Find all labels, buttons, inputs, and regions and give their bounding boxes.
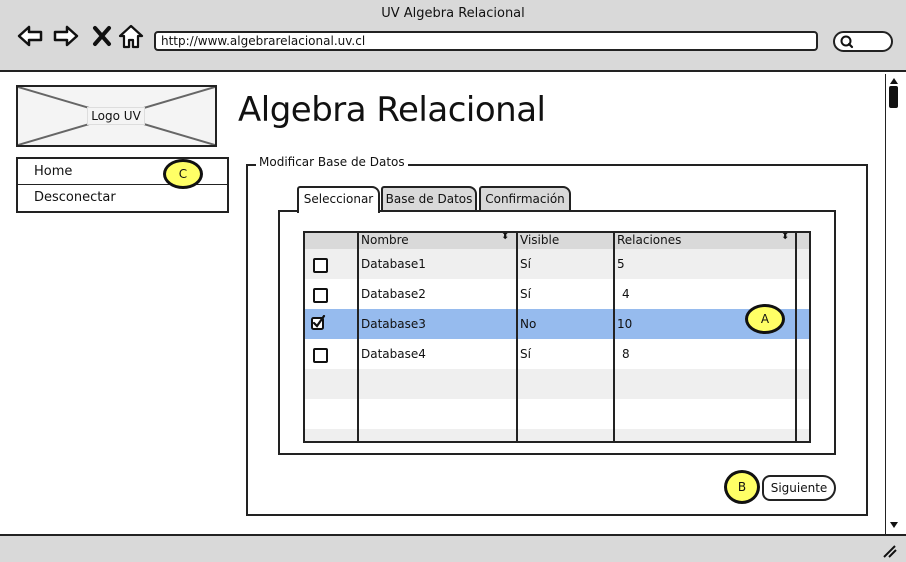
cell-visible: Sí: [520, 347, 531, 361]
marker-b: B: [724, 470, 760, 504]
resize-grip-icon[interactable]: [880, 542, 900, 560]
table-row[interactable]: Database4 Sí 8: [305, 339, 809, 369]
cell-relations: 5: [617, 257, 625, 271]
table-row-empty: [305, 399, 809, 429]
cell-relations: 4: [622, 287, 630, 301]
row-checkbox[interactable]: [313, 288, 328, 303]
close-x-icon[interactable]: [89, 22, 117, 50]
cell-relations: 10: [617, 317, 633, 331]
row-checkbox-checked[interactable]: [311, 315, 326, 330]
cell-name: Database2: [361, 287, 426, 301]
table-row-selected[interactable]: Database3 No 10: [305, 309, 809, 339]
table-header: Nombre ⬍ Visible Relaciones ⬍: [305, 233, 809, 250]
address-bar[interactable]: http://www.algebrarelacional.uv.cl: [154, 31, 818, 51]
table-row[interactable]: Database1 Sí 5: [305, 249, 809, 279]
tab-base-de-datos[interactable]: Base de Datos: [381, 186, 477, 211]
sort-icon[interactable]: ⬍: [501, 233, 509, 242]
column-divider: [357, 233, 359, 441]
browser-search-field[interactable]: [833, 31, 893, 52]
forward-arrow-icon[interactable]: [52, 22, 80, 50]
column-header-nombre[interactable]: Nombre: [361, 233, 409, 247]
tab-seleccionar[interactable]: Seleccionar: [297, 186, 380, 213]
cell-relations: 8: [622, 347, 630, 361]
scrollbar-thumb[interactable]: [889, 86, 898, 108]
logo-label: Logo UV: [87, 107, 145, 125]
next-button[interactable]: Siguiente: [762, 475, 836, 501]
cell-name: Database1: [361, 257, 426, 271]
window-title: UV Algebra Relacional: [381, 6, 525, 21]
page-title: Algebra Relacional: [238, 90, 546, 130]
column-divider: [516, 233, 518, 441]
cell-name: Database4: [361, 347, 426, 361]
fieldset-legend: Modificar Base de Datos: [256, 155, 408, 169]
menu-item-home[interactable]: Home: [34, 164, 72, 179]
menu-item-desconectar[interactable]: Desconectar: [34, 190, 116, 205]
cell-visible: Sí: [520, 257, 531, 271]
home-icon[interactable]: [117, 22, 145, 50]
row-checkbox[interactable]: [313, 258, 328, 273]
browser-window: UV Algebra Relacional http://www.algebra…: [0, 0, 906, 562]
row-checkbox[interactable]: [313, 348, 328, 363]
column-header-visible[interactable]: Visible: [520, 233, 559, 247]
column-divider: [795, 233, 797, 441]
sort-icon[interactable]: ⬍: [781, 233, 789, 242]
cell-name: Database3: [361, 317, 426, 331]
status-bar: [0, 534, 906, 562]
back-arrow-icon[interactable]: [16, 22, 44, 50]
column-divider: [613, 233, 615, 441]
table-row-empty: [305, 429, 809, 441]
database-table: Nombre ⬍ Visible Relaciones ⬍ Database1 …: [303, 231, 811, 443]
search-icon: [840, 35, 854, 49]
table-row-empty: [305, 369, 809, 399]
table-row[interactable]: Database2 Sí 4: [305, 279, 809, 309]
marker-c: C: [163, 159, 203, 189]
cell-visible: No: [520, 317, 537, 331]
column-header-relaciones[interactable]: Relaciones: [617, 233, 681, 247]
tab-confirmacion[interactable]: Confirmación: [479, 186, 571, 211]
vertical-scrollbar[interactable]: [885, 74, 903, 534]
cell-visible: Sí: [520, 287, 531, 301]
marker-a: A: [745, 304, 785, 334]
